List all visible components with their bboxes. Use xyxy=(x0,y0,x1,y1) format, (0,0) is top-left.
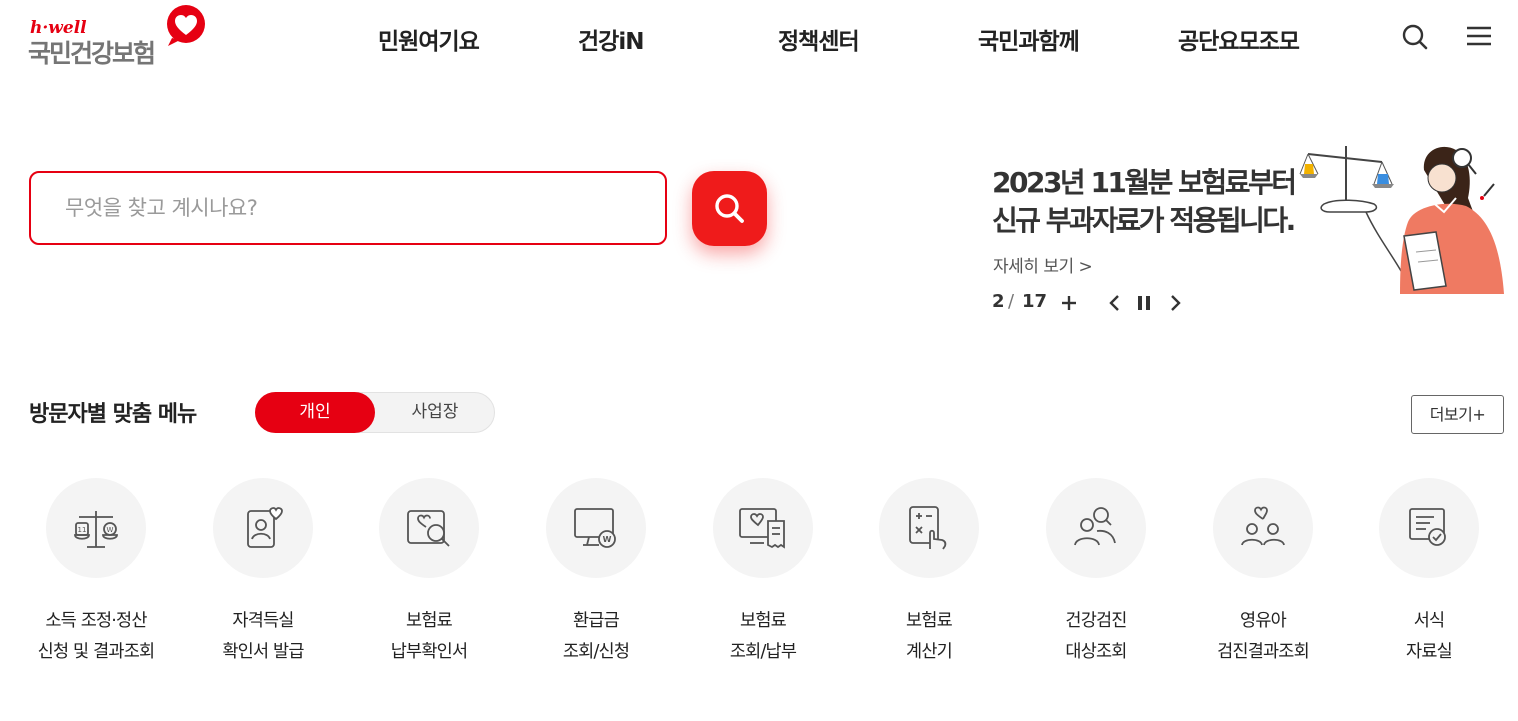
quick-menu-label-line1: 보험료 xyxy=(740,611,787,631)
quick-menu-label: 영유아 검진결과조회 xyxy=(1178,606,1348,668)
quick-menu-icon-bg xyxy=(1046,478,1146,578)
monitor-receipt-icon xyxy=(739,508,785,549)
toggle-business[interactable]: 사업장 xyxy=(375,392,495,433)
quick-menu-checkup-target[interactable]: 건강검진 대상조회 xyxy=(1011,478,1181,678)
hamburger-menu-icon[interactable] xyxy=(1462,20,1496,54)
search-button[interactable] xyxy=(692,171,767,246)
nav-item-health-in[interactable]: 건강iN xyxy=(578,22,644,56)
quick-menu-payment-cert[interactable]: 보험료 납부확인서 xyxy=(344,478,514,678)
svg-text:W: W xyxy=(603,535,612,544)
nav-item-civil[interactable]: 민원여기요 xyxy=(378,22,480,56)
pager-total: 17 xyxy=(1022,291,1048,312)
quick-menu-premium-inquiry[interactable]: 보험료 조회/납부 xyxy=(678,478,848,678)
search-box xyxy=(29,171,667,245)
quick-menu-label: 보험료 계산기 xyxy=(844,606,1014,668)
quick-menu-label-line2: 검진결과조회 xyxy=(1217,642,1310,662)
visitor-menu-title: 방문자별 맞춤 메뉴 xyxy=(29,402,197,427)
quick-menu-label: 서식 자료실 xyxy=(1344,606,1514,668)
quick-menu-label-line2: 대상조회 xyxy=(1065,642,1127,662)
quick-menu-label-line1: 보험료 xyxy=(406,611,453,631)
quick-menu-label: 소득 조정·정산 신청 및 결과조회 xyxy=(11,606,181,668)
quick-menu-label: 보험료 조회/납부 xyxy=(678,606,848,668)
quick-menu-icon-bg: W xyxy=(546,478,646,578)
quick-menu-label: 환급금 조회/신청 xyxy=(511,606,681,668)
banner-more-link[interactable]: 자세히 보기 > xyxy=(993,252,1093,277)
quick-menu-icon-bg xyxy=(213,478,313,578)
banner-headline-line2: 신규 부과자료가 적용됩니다. xyxy=(992,204,1296,237)
quick-menu-label-line1: 자격득실 xyxy=(232,611,294,631)
nav-item-about[interactable]: 공단요모조모 xyxy=(1178,22,1300,56)
banner-headline: 2023년 11월분 보험료부터 신규 부과자료가 적용됩니다. xyxy=(992,164,1322,240)
search-input[interactable] xyxy=(31,173,665,243)
quick-menu-label-line1: 소득 조정·정산 xyxy=(45,611,147,631)
quick-menu-label-line1: 서식 xyxy=(1413,611,1445,631)
svg-text:11: 11 xyxy=(78,526,87,534)
banner-headline-line1: 2023년 11월분 보험료부터 xyxy=(992,166,1297,199)
quick-menu-label-line2: 확인서 발급 xyxy=(222,642,304,662)
scale-won-icon: 11 W xyxy=(74,511,118,548)
quick-menu-label-line1: 건강검진 xyxy=(1065,611,1127,631)
prev-arrow-icon[interactable] xyxy=(1104,292,1126,314)
quick-menu-refund[interactable]: W 환급금 조회/신청 xyxy=(511,478,681,678)
search-icon xyxy=(715,194,744,223)
quick-menu-label-line2: 계산기 xyxy=(906,642,953,662)
global-nav: 민원여기요 건강iN 정책센터 국민과함께 공단요모조모 xyxy=(0,22,1518,56)
quick-menu-label-line1: 보험료 xyxy=(906,611,953,631)
quick-menu-label: 건강검진 대상조회 xyxy=(1011,606,1181,668)
quick-menu-label-line2: 납부확인서 xyxy=(390,642,468,662)
quick-menu-icon-bg xyxy=(713,478,813,578)
document-check-icon xyxy=(1409,508,1446,546)
nav-item-with-people[interactable]: 국민과함께 xyxy=(978,22,1080,56)
quick-menu-label-line2: 자료실 xyxy=(1406,642,1453,662)
search-icon[interactable] xyxy=(1398,20,1432,54)
svg-text:W: W xyxy=(107,526,114,534)
more-button[interactable]: 더보기+ xyxy=(1411,395,1504,434)
visitor-type-toggle: 개인 사업장 xyxy=(255,392,495,433)
quick-menu-label-line1: 영유아 xyxy=(1240,611,1287,631)
quick-menu-calculator[interactable]: 보험료 계산기 xyxy=(844,478,1014,678)
quick-menu-label-line2: 조회/납부 xyxy=(729,642,797,662)
pager-separator: / xyxy=(1008,291,1015,312)
pause-icon[interactable] xyxy=(1133,292,1155,314)
quick-menu-label-line2: 신청 및 결과조회 xyxy=(37,642,155,662)
toggle-individual[interactable]: 개인 xyxy=(255,392,375,433)
quick-menu-label-line2: 조회/신청 xyxy=(562,642,630,662)
quick-menu-infant-checkup[interactable]: 영유아 검진결과조회 xyxy=(1178,478,1348,678)
quick-menu-icon-bg xyxy=(379,478,479,578)
insurance-search-icon xyxy=(407,510,450,547)
family-heart-icon xyxy=(1241,506,1285,546)
quick-menu-icon-bg xyxy=(1379,478,1479,578)
quick-menu-label-line1: 환급금 xyxy=(573,611,620,631)
next-arrow-icon[interactable] xyxy=(1164,292,1186,314)
plus-icon[interactable] xyxy=(1058,292,1080,314)
quick-menu-forms[interactable]: 서식 자료실 xyxy=(1344,478,1514,678)
monitor-won-icon: W xyxy=(574,508,616,548)
quick-menu-qualification[interactable]: 자격득실 확인서 발급 xyxy=(178,478,348,678)
quick-menu-icon-bg xyxy=(1213,478,1313,578)
quick-menu-icon-bg: 11 W xyxy=(46,478,146,578)
quick-menu-income-adjust[interactable]: 11 W 소득 조정·정산 신청 및 결과조회 xyxy=(11,478,181,678)
quick-menu-label: 보험료 납부확인서 xyxy=(344,606,514,668)
quick-menu-label: 자격득실 확인서 발급 xyxy=(178,606,348,668)
nav-item-policy[interactable]: 정책센터 xyxy=(778,22,860,56)
quick-menu-icon-bg xyxy=(879,478,979,578)
people-search-icon xyxy=(1074,507,1116,546)
pager-current: 2 xyxy=(992,291,1005,312)
calculator-hand-icon xyxy=(909,506,947,550)
banner-illustration xyxy=(1299,146,1504,294)
profile-heart-icon xyxy=(247,507,283,548)
